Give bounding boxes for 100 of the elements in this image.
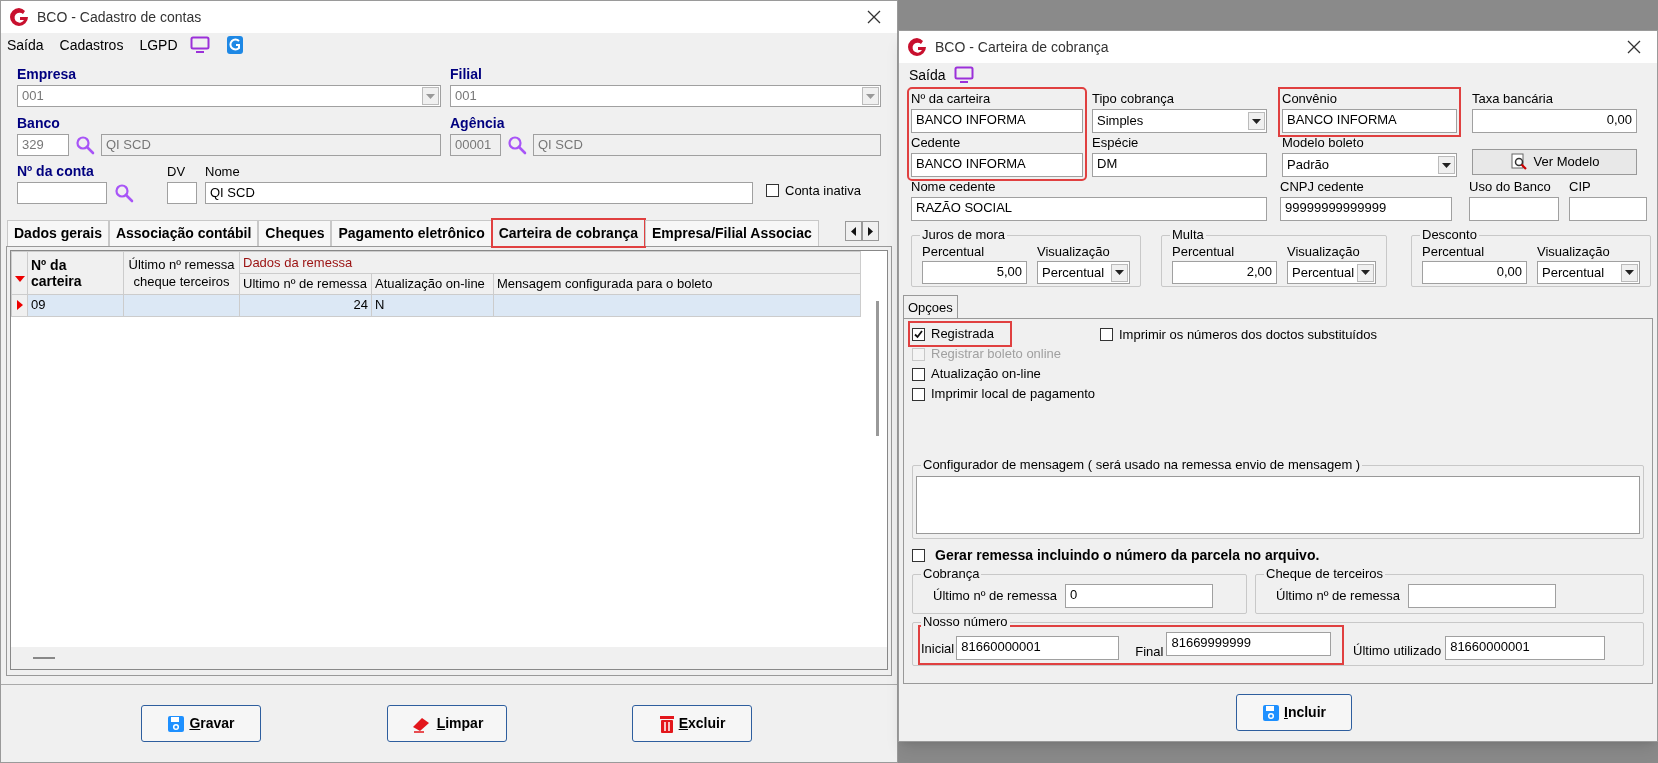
input-field[interactable]: 0,00 <box>1472 109 1637 133</box>
right-arrow-icon <box>868 226 873 236</box>
button[interactable]: Incluir <box>1236 694 1352 731</box>
close-icon[interactable] <box>1627 40 1641 54</box>
dropdown[interactable]: Percentual <box>1037 261 1130 284</box>
button[interactable]: Excluir <box>632 705 752 742</box>
input-field[interactable] <box>1469 197 1559 221</box>
left-arrow-icon <box>851 226 856 236</box>
dropdown[interactable]: 001 <box>450 85 881 107</box>
field-label: Último utilizado <box>1353 643 1442 659</box>
input-field[interactable]: QI SCD <box>101 134 441 156</box>
trash-icon <box>658 713 675 734</box>
input-field[interactable]: 329 <box>17 134 69 156</box>
input-field[interactable]: 99999999999999 <box>1280 197 1452 221</box>
monitor-icon[interactable] <box>189 36 210 54</box>
dropdown[interactable]: Percentual <box>1287 261 1376 284</box>
window-title: BCO - Carteira de cobrança <box>935 37 1110 57</box>
tab[interactable]: Pagamento eletrônico <box>331 220 492 246</box>
tab[interactable]: Cheques <box>258 220 332 246</box>
input-field[interactable]: BANCO INFORMA <box>1282 109 1457 133</box>
checkbox[interactable] <box>1100 328 1113 341</box>
tab[interactable]: Carteira de cobrança <box>491 219 645 247</box>
button[interactable]: Gravar <box>141 705 261 742</box>
tab[interactable]: Empresa/Filial Associac <box>645 220 819 246</box>
menu-item[interactable]: Saída <box>909 64 946 86</box>
dropdown[interactable]: Padrão <box>1282 153 1457 177</box>
scrollbar-thumb[interactable] <box>33 657 55 659</box>
dropdown[interactable]: 001 <box>17 85 441 107</box>
search-icon[interactable] <box>507 135 527 155</box>
caret-icon <box>1115 270 1124 275</box>
app-icon[interactable] <box>225 35 244 55</box>
table-cell: 24 <box>239 294 372 316</box>
tab[interactable]: Opçoes <box>903 295 958 319</box>
dropdown[interactable]: Percentual <box>1537 261 1640 284</box>
close-icon[interactable] <box>867 10 881 24</box>
checkbox-label: Imprimir os números dos doctos substituídos <box>1119 328 1377 342</box>
field-label: Cedente <box>911 135 962 151</box>
column-header[interactable]: Mensagem configurada para o boleto <box>493 273 861 294</box>
field-label: Banco <box>17 114 61 132</box>
input-field[interactable]: BANCO INFORMA <box>911 153 1083 177</box>
field-label: Uso do Banco <box>1469 179 1552 195</box>
field-label: Convênio <box>1282 91 1338 107</box>
checkbox[interactable] <box>912 327 925 341</box>
monitor-icon[interactable] <box>953 66 974 84</box>
input-field[interactable]: 81660000001 <box>956 636 1120 660</box>
table-row[interactable]: 09 24 N <box>11 294 861 316</box>
input-field[interactable]: QI SCD <box>533 134 881 156</box>
column-header[interactable]: Último nº remessa cheque terceiros <box>123 251 240 294</box>
scroll-left-button[interactable] <box>845 221 862 241</box>
checkbox[interactable] <box>766 183 779 197</box>
input-field[interactable] <box>17 182 107 204</box>
row-marker-icon <box>16 300 23 310</box>
field-label: Visualização <box>1287 244 1361 260</box>
menu-item[interactable]: Saída <box>7 34 44 56</box>
input-field[interactable]: QI SCD <box>205 182 753 204</box>
caret-icon <box>1361 270 1370 275</box>
button[interactable]: Limpar <box>387 705 507 742</box>
column-header[interactable]: Nº da carteira <box>27 251 124 294</box>
magnifier-document-icon <box>1509 153 1528 171</box>
input-field[interactable]: 81669999999 <box>1166 632 1332 656</box>
field-label: Final <box>1135 644 1164 660</box>
search-icon[interactable] <box>114 183 134 203</box>
field-label: Inicial <box>921 641 955 657</box>
scrollbar-thumb[interactable] <box>876 301 879 436</box>
tab[interactable]: Dados gerais <box>7 220 109 246</box>
search-icon[interactable] <box>75 135 95 155</box>
input-field[interactable]: 00001 <box>450 134 501 156</box>
field-label: Nome cedente <box>911 179 997 195</box>
input-field[interactable]: 2,00 <box>1172 261 1277 284</box>
input-field[interactable]: 5,00 <box>922 261 1027 284</box>
checkbox[interactable] <box>912 549 925 562</box>
input-field[interactable] <box>1407 584 1556 608</box>
input-field[interactable]: 0,00 <box>1422 261 1527 284</box>
input-field[interactable] <box>167 182 197 204</box>
checkbox[interactable] <box>912 367 925 381</box>
checkbox-label: Registrar boleto online <box>931 345 1062 364</box>
field-label: Nº da conta <box>17 162 95 180</box>
group-title: Cheque de terceiros <box>1264 566 1386 582</box>
window-title: BCO - Cadastro de contas <box>37 7 203 27</box>
field-label: Último nº de remessa <box>933 588 1057 604</box>
input-field[interactable]: RAZÃO SOCIAL <box>911 197 1267 221</box>
checkbox[interactable] <box>912 387 925 401</box>
menu-item[interactable]: Cadastros <box>59 34 124 56</box>
input-field[interactable]: 0 <box>1064 584 1213 608</box>
app-logo-icon <box>907 37 927 57</box>
menu-item[interactable]: LGPD <box>139 34 178 56</box>
scroll-right-button[interactable] <box>862 221 879 241</box>
field-label: Nº da carteira <box>911 91 992 107</box>
field-label: Tipo cobrança <box>1092 91 1175 107</box>
tab[interactable]: Associação contábil <box>108 220 259 246</box>
input-field[interactable]: DM <box>1092 153 1267 177</box>
input-field[interactable]: BANCO INFORMA <box>911 109 1083 133</box>
button[interactable]: Ver Modelo <box>1472 149 1637 175</box>
sort-icon[interactable] <box>14 275 25 282</box>
message-field[interactable] <box>916 476 1640 534</box>
dropdown[interactable]: Simples <box>1092 109 1267 133</box>
input-field[interactable]: 81660000001 <box>1445 636 1606 660</box>
input-field[interactable] <box>1569 197 1647 221</box>
table-cell: N <box>371 294 494 316</box>
field-label: CIP <box>1569 179 1592 195</box>
